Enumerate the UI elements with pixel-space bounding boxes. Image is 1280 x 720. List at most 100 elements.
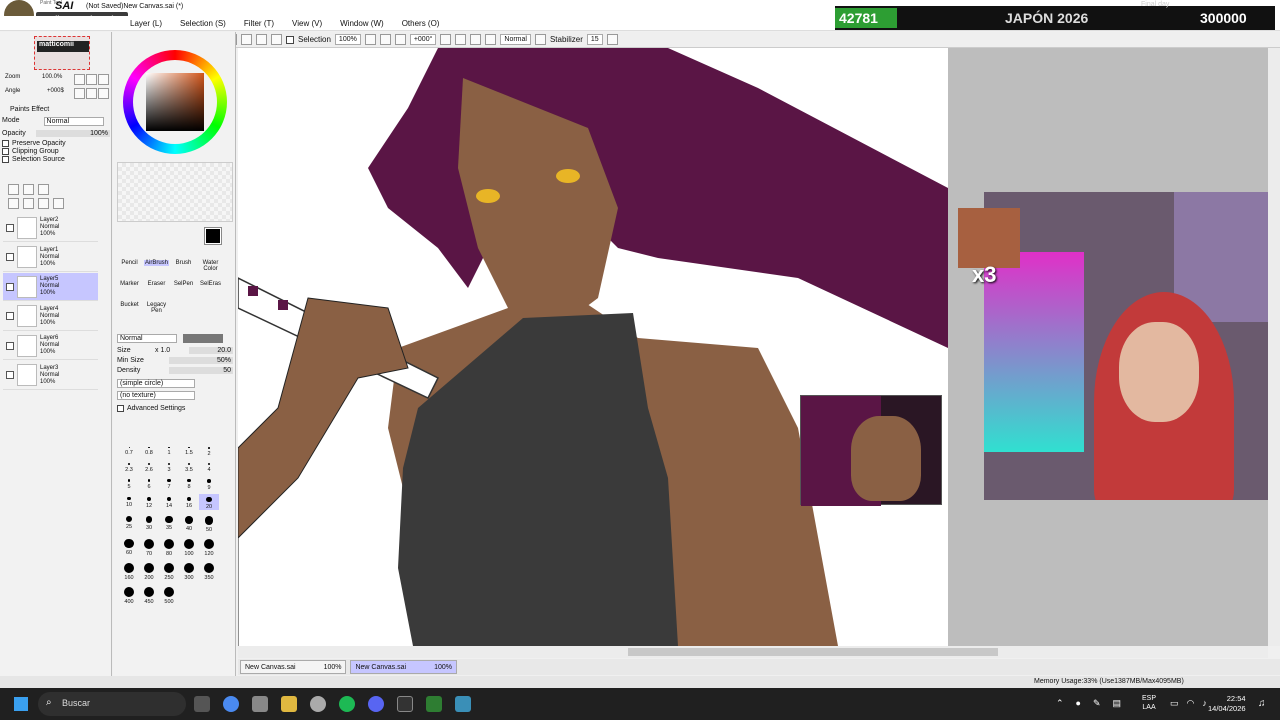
brush-size-option[interactable]: 3 <box>159 460 179 473</box>
document-tab[interactable]: New Canvas.sai 100% <box>240 660 347 674</box>
selection-source-checkbox[interactable] <box>2 156 9 163</box>
rotate-reset-button[interactable] <box>470 34 482 45</box>
stabilizer-dropdown[interactable] <box>606 34 618 45</box>
layer-row[interactable]: Layer6 Normal 100% <box>3 332 98 360</box>
eye-icon[interactable] <box>6 253 14 261</box>
nav-zoom-in-button[interactable] <box>86 74 97 85</box>
brush-size-option[interactable]: 250 <box>159 560 179 581</box>
brush-size-option[interactable]: 2.3 <box>119 460 139 473</box>
menu-selection[interactable]: Selection (S) <box>180 19 226 28</box>
brush-size-option[interactable]: 0.8 <box>139 444 159 457</box>
rotate-left-button[interactable] <box>440 34 452 45</box>
hscroll-thumb[interactable] <box>628 648 998 656</box>
brush-size-option[interactable]: 35 <box>159 513 179 532</box>
size-multiplier[interactable]: x 1.0 <box>155 347 185 354</box>
zoom-reset-button[interactable] <box>394 34 406 45</box>
brush-shape-select[interactable]: (simple circle) <box>117 379 195 388</box>
eye-icon[interactable] <box>6 341 14 350</box>
menu-filter[interactable]: Filter (T) <box>244 19 274 28</box>
drawing-canvas[interactable] <box>238 48 948 646</box>
tool-button[interactable]: SelPen <box>171 281 196 287</box>
streamdeck-icon[interactable] <box>397 696 413 712</box>
transfer-down-icon[interactable] <box>8 198 19 209</box>
chevron-up-icon[interactable]: ⌃ <box>1056 698 1064 709</box>
document-tab[interactable]: New Canvas.sai 100% <box>350 660 457 674</box>
brush-size-option[interactable]: 60 <box>119 536 139 557</box>
discord-icon[interactable] <box>368 696 384 712</box>
zoom-out-button[interactable] <box>364 34 376 45</box>
mode-select[interactable]: Normal <box>43 117 104 126</box>
stabilizer-field[interactable]: 15 <box>586 34 603 45</box>
color-swatches[interactable] <box>117 162 233 222</box>
brush-size-option[interactable]: 2.6 <box>139 460 159 473</box>
tool-button[interactable]: SelEras <box>198 281 223 287</box>
tool-button[interactable]: Bucket <box>117 302 142 308</box>
pen-icon[interactable]: ✎ <box>1093 698 1101 709</box>
wifi-icon[interactable]: ◠ <box>1187 698 1195 709</box>
brush-size-option[interactable]: 10 <box>119 494 139 510</box>
brush-texture-select[interactable]: (no texture) <box>117 391 195 400</box>
network-icon[interactable]: ▤ <box>1113 698 1122 709</box>
microphone-icon[interactable]: ● <box>1076 698 1081 709</box>
brush-size-option[interactable]: 70 <box>139 536 159 557</box>
brush-size-option[interactable]: 4 <box>199 460 219 473</box>
nav-zoom-out-button[interactable] <box>74 74 85 85</box>
navigator-preview[interactable]: matticomii <box>34 36 90 70</box>
rotate-right-button[interactable] <box>455 34 467 45</box>
primary-color-swatch[interactable] <box>204 227 222 245</box>
layer-row[interactable]: Layer4 Normal 100% <box>3 303 98 331</box>
nav-rotate-left-button[interactable] <box>74 88 85 99</box>
brush-size-option[interactable]: 3.5 <box>179 460 199 473</box>
advanced-settings-toggle[interactable] <box>117 405 124 412</box>
brush-size-option[interactable]: 25 <box>119 513 139 532</box>
clear-layer-icon[interactable] <box>38 198 49 209</box>
brush-size-option[interactable]: 160 <box>119 560 139 581</box>
brush-size-option[interactable]: 300 <box>179 560 199 581</box>
eye-icon[interactable] <box>6 312 14 320</box>
brush-size-option[interactable]: 2 <box>199 444 219 457</box>
blend-dropdown[interactable] <box>534 34 546 45</box>
taskbar-search[interactable]: ⌕ Buscar <box>38 692 186 716</box>
spotify-icon[interactable] <box>339 696 355 712</box>
file-explorer-icon[interactable] <box>281 696 297 712</box>
eye-icon[interactable] <box>6 223 14 232</box>
language-indicator[interactable]: ESP LAA <box>1142 694 1156 712</box>
merge-down-icon[interactable] <box>23 198 34 209</box>
preserve-opacity-checkbox[interactable] <box>2 140 9 147</box>
brush-size-option[interactable]: 6 <box>139 476 159 491</box>
brush-edge-buttons[interactable] <box>183 334 223 343</box>
brush-size-option[interactable]: 20 <box>199 493 219 511</box>
brush-size-option[interactable]: 0.7 <box>119 444 139 457</box>
eye-icon[interactable] <box>6 282 14 291</box>
brush-size-option[interactable]: 7 <box>159 476 179 491</box>
layer-row[interactable]: Layer5 Normal 100% <box>3 273 98 301</box>
hide-selection-button[interactable] <box>271 34 282 45</box>
paint-tool-sai-icon[interactable] <box>426 696 442 712</box>
size-value[interactable]: 20.0 <box>189 347 233 354</box>
task-view-icon[interactable] <box>194 696 210 712</box>
tool-button[interactable]: Water Color <box>198 260 223 272</box>
layer-row[interactable]: Layer3 Normal 100% <box>3 362 98 390</box>
tool-button[interactable]: Legacy Pen <box>144 302 169 314</box>
brush-size-option[interactable]: 9 <box>199 476 219 491</box>
horizontal-scrollbar[interactable] <box>238 646 1268 658</box>
angle-field[interactable]: +000° <box>409 34 437 45</box>
brush-size-option[interactable]: 30 <box>139 513 159 532</box>
min-size-slider[interactable]: 50% <box>169 357 233 364</box>
clipping-group-checkbox[interactable] <box>2 148 9 155</box>
brush-size-option[interactable]: 1 <box>159 444 179 457</box>
new-folder-icon[interactable] <box>38 184 49 195</box>
layer-row[interactable]: Layer2 Normal 100% <box>3 214 98 242</box>
tool-button[interactable]: AirBrush <box>144 260 169 266</box>
photos-icon[interactable] <box>455 696 471 712</box>
invert-selection-button[interactable] <box>256 34 267 45</box>
tool-button[interactable]: Marker <box>117 281 142 287</box>
obs-icon[interactable] <box>310 696 326 712</box>
brush-size-option[interactable]: 200 <box>139 560 159 581</box>
flip-button[interactable] <box>485 34 497 45</box>
brush-size-option[interactable]: 50 <box>199 513 219 533</box>
notification-bell-icon[interactable]: ♫ <box>1258 698 1266 709</box>
display-icon[interactable]: ▭ <box>1170 698 1179 709</box>
brush-size-option[interactable]: 120 <box>199 536 219 557</box>
brush-size-option[interactable]: 8 <box>179 476 199 491</box>
